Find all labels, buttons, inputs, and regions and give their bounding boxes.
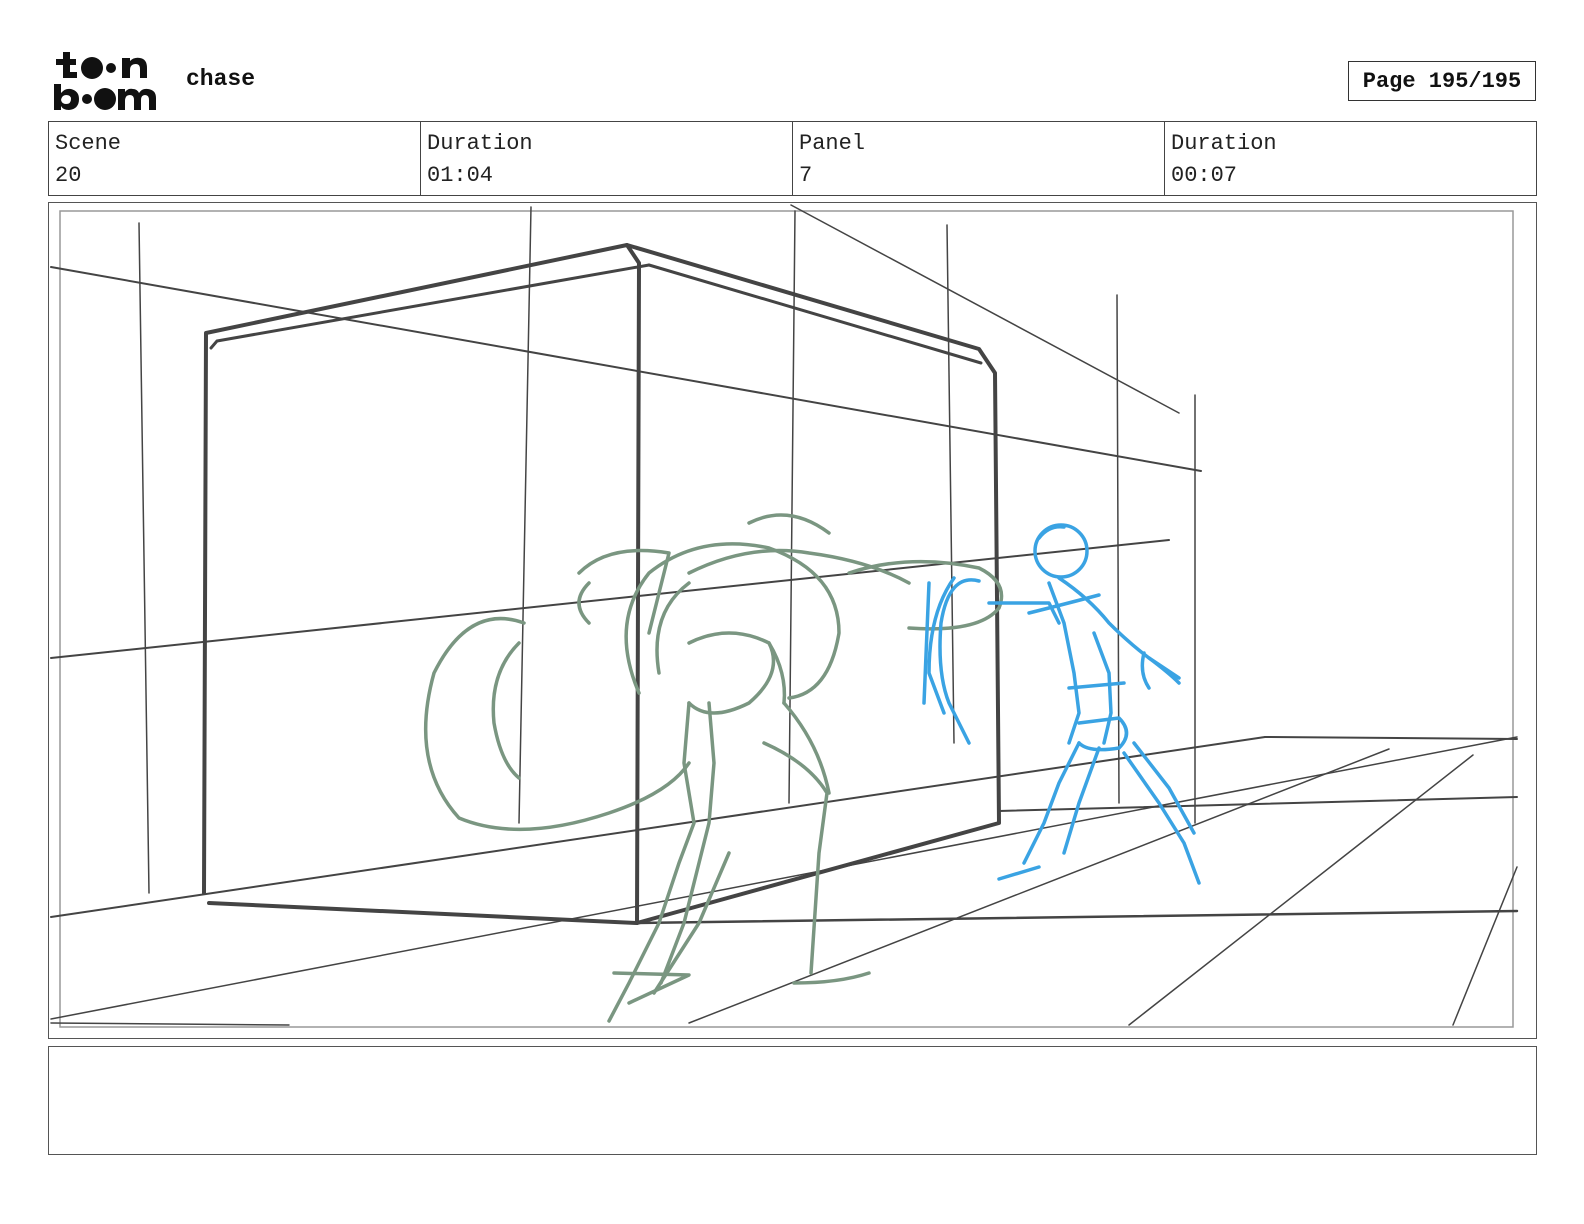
panel-value: 7 [799, 163, 813, 188]
page-number-label: Page 195/195 [1362, 68, 1522, 94]
scene-duration-label: Duration [427, 131, 533, 156]
scene-duration-value: 01:04 [427, 163, 494, 188]
panel-sketch [50, 204, 1519, 1028]
scene-cell: Scene 20 [49, 122, 420, 195]
character-sketch [922, 523, 1201, 885]
structure-lines [50, 204, 1519, 1026]
panel-duration-cell: Duration 00:07 [1164, 122, 1536, 195]
scene-duration-cell: Duration 01:04 [420, 122, 792, 195]
panel-duration-label: Duration [1171, 131, 1277, 156]
scene-value: 20 [55, 163, 82, 188]
scene-label: Scene [55, 131, 122, 156]
toonboom-logo [54, 52, 156, 110]
panel-duration-value: 00:07 [1171, 163, 1238, 188]
panel-cell: Panel 7 [792, 122, 1164, 195]
creature-sketch [423, 513, 1004, 1023]
page-number: Page 195/195 [1348, 61, 1536, 101]
scene-info-table: Scene 20 Duration 01:04 Panel 7 Duration… [48, 121, 1537, 196]
project-title: chase [186, 66, 256, 92]
panel-notes-box [48, 1046, 1537, 1155]
panel-label: Panel [799, 131, 866, 156]
storyboard-panel [48, 202, 1537, 1039]
